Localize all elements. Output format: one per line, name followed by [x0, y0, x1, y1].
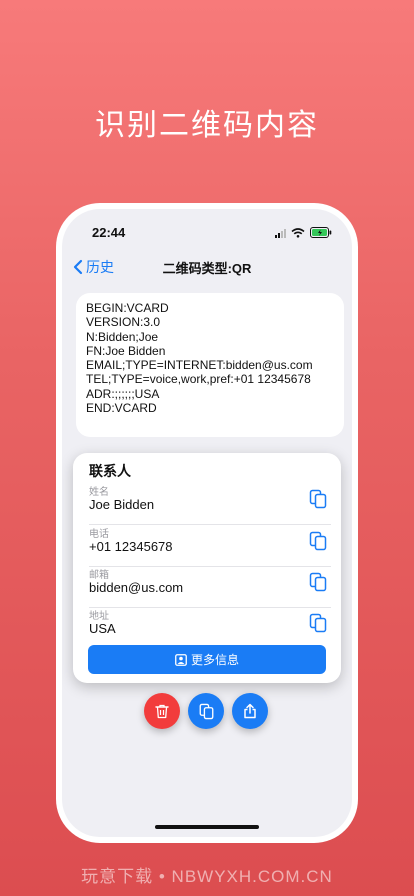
- raw-content-line: VERSION:3.0: [86, 315, 161, 330]
- field-value: +01 12345678: [89, 539, 173, 554]
- wifi-icon: [291, 227, 305, 238]
- contact-card-icon: [175, 653, 187, 666]
- status-time: 22:44: [92, 225, 126, 240]
- raw-content-line: END:VCARD: [86, 401, 157, 416]
- raw-content-line: N:Bidden;Joe: [86, 329, 159, 344]
- field-label: 地址: [89, 611, 109, 622]
- copy-icon[interactable]: [309, 489, 327, 509]
- field-value: USA: [89, 621, 116, 636]
- raw-content-line: EMAIL;TYPE=INTERNET:bidden@us.com: [86, 358, 313, 373]
- footer-watermark: 玩意下载 • NBWYXH.COM.CN: [81, 867, 333, 886]
- more-info-label: 更多信息: [190, 653, 239, 667]
- field-value: bidden@us.com: [89, 580, 184, 595]
- raw-content-line: FN:Joe Bidden: [86, 343, 166, 358]
- raw-content-line: ADR:;;;;;;USA: [86, 386, 160, 401]
- share-icon: [244, 703, 256, 719]
- contact-field-name: 姓名 Joe Bidden: [89, 483, 331, 525]
- copy-icon[interactable]: [309, 531, 327, 551]
- field-value: Joe Bidden: [89, 497, 155, 512]
- signal-icon: [275, 228, 286, 238]
- share-button[interactable]: [232, 693, 268, 729]
- copy-all-button[interactable]: [188, 693, 224, 729]
- delete-button[interactable]: [144, 693, 180, 729]
- status-bar: 22:44: [92, 225, 332, 243]
- field-label: 姓名: [89, 487, 109, 498]
- raw-content-card: BEGIN:VCARD VERSION:3.0 N:Bidden;Joe FN:…: [76, 293, 344, 437]
- raw-content-line: TEL;TYPE=voice,work,pref:+01 12345678: [86, 372, 311, 387]
- raw-content-line: BEGIN:VCARD: [86, 301, 169, 315]
- battery-icon: [310, 227, 332, 238]
- more-info-button[interactable]: 更多信息: [88, 645, 326, 674]
- copy-icon[interactable]: [309, 613, 327, 633]
- copy-icon[interactable]: [309, 572, 327, 592]
- contact-card-title: 联系人: [89, 463, 131, 479]
- contact-field-phone: 电话 +01 12345678: [89, 525, 331, 567]
- navigation-bar: 历史 二维码类型:QR: [62, 255, 352, 279]
- field-label: 电话: [89, 529, 109, 540]
- phone-frame: 22:44 历史 二维码类型:QR BEGIN:VCARD VERSION:3.…: [56, 203, 358, 843]
- contact-field-email: 邮箱 bidden@us.com: [89, 566, 331, 608]
- headline: 识别二维码内容: [95, 108, 319, 143]
- trash-icon: [155, 704, 169, 718]
- status-icons: [275, 227, 332, 238]
- contact-card: 联系人 姓名 Joe Bidden 电话 +01 12345678 邮箱 bid…: [73, 453, 341, 683]
- home-indicator: [155, 825, 259, 829]
- field-label: 邮箱: [89, 570, 109, 581]
- copy-icon: [199, 703, 213, 719]
- page-title: 二维码类型:QR: [162, 261, 252, 276]
- contact-field-address: 地址 USA: [89, 607, 331, 649]
- app-screen: 22:44 历史 二维码类型:QR BEGIN:VCARD VERSION:3.…: [62, 209, 352, 837]
